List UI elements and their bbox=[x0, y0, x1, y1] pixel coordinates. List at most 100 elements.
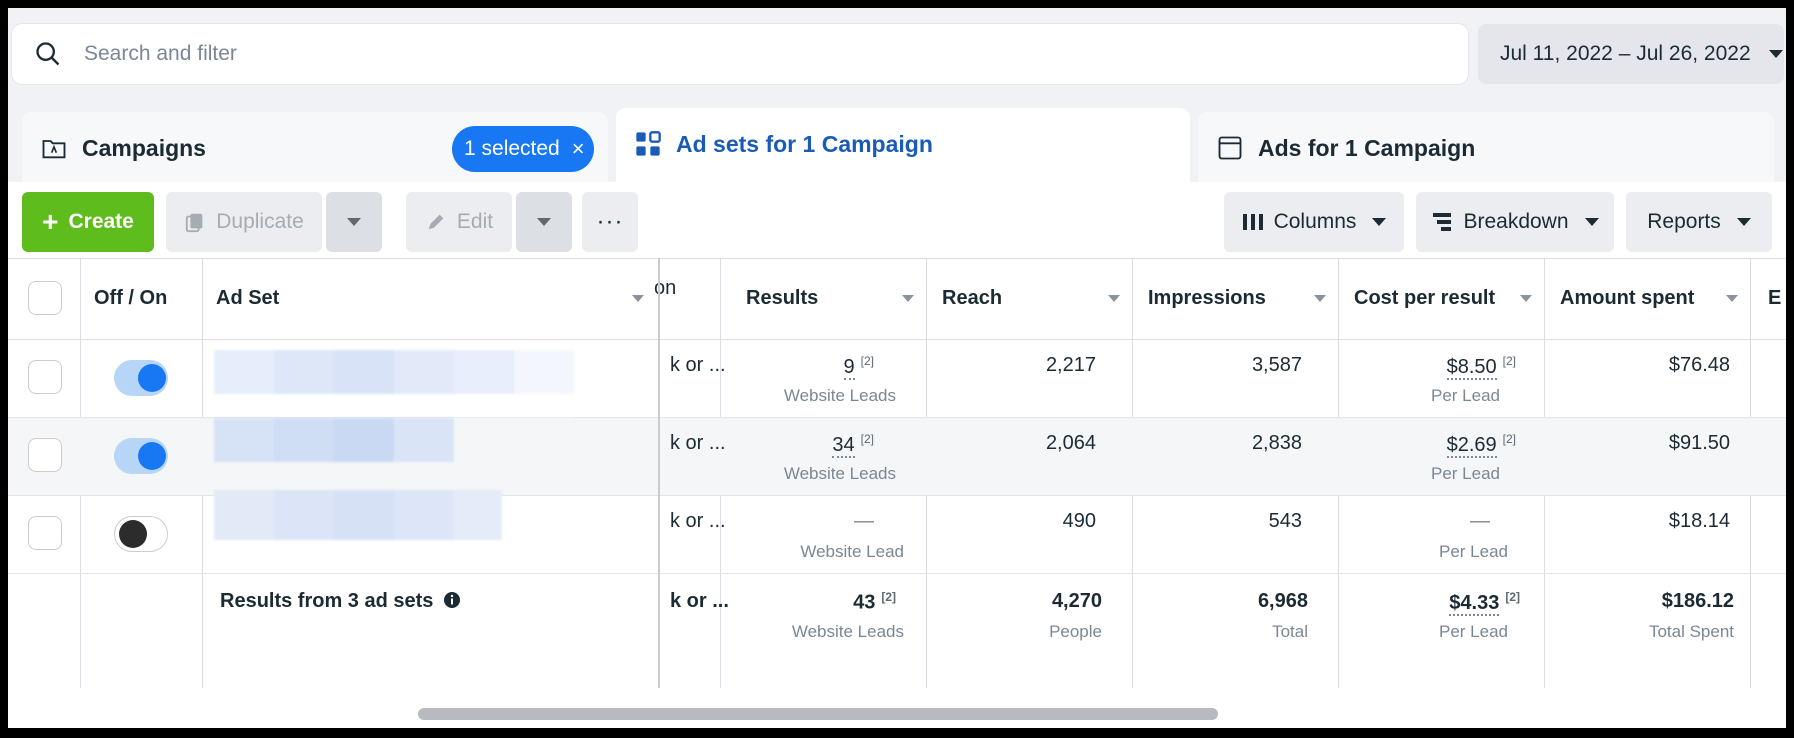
info-icon[interactable] bbox=[443, 591, 461, 609]
sort-icon[interactable] bbox=[1726, 295, 1738, 302]
ad-set-toggle[interactable] bbox=[114, 516, 168, 552]
summary-amount-spent: $186.12 bbox=[1661, 590, 1734, 612]
tab-campaigns[interactable]: Campaigns 1 selected × bbox=[22, 112, 608, 192]
breakdown-icon bbox=[1433, 213, 1452, 231]
header-partial: on bbox=[654, 277, 677, 299]
duplicate-label: Duplicate bbox=[216, 210, 304, 233]
search-placeholder[interactable]: Search and filter bbox=[84, 42, 237, 66]
ad-set-toggle[interactable] bbox=[114, 360, 168, 396]
summary-cost-number[interactable]: $4.33 bbox=[1449, 591, 1500, 616]
sort-icon[interactable] bbox=[1520, 295, 1532, 302]
reports-label: Reports bbox=[1647, 210, 1721, 233]
sort-icon[interactable] bbox=[1314, 295, 1326, 302]
truncated-cell: k or ... bbox=[670, 510, 726, 532]
tab-ad-sets[interactable]: Ad sets for 1 Campaign bbox=[616, 108, 1190, 188]
row-checkbox[interactable] bbox=[28, 516, 62, 550]
create-label: Create bbox=[68, 210, 134, 233]
summary-cost: $4.33 [2] bbox=[1449, 590, 1520, 616]
ad-sets-panel: + Create Duplicate Edit ··· Columns Brea… bbox=[8, 182, 1786, 728]
pencil-icon bbox=[428, 214, 444, 230]
summary-reach-subtitle: People bbox=[1049, 622, 1102, 641]
cost-subtitle: Per Lead bbox=[1431, 464, 1500, 483]
search-bar[interactable]: Search and filter bbox=[12, 24, 1468, 84]
summary-amount-spent-subtitle: Total Spent bbox=[1648, 622, 1734, 641]
table-row[interactable]: k or ... 9 [2] Website Leads 2,217 3,587 … bbox=[8, 340, 1786, 418]
header-impressions[interactable]: Impressions bbox=[1148, 287, 1266, 310]
tab-ad-sets-label: Ad sets for 1 Campaign bbox=[676, 131, 933, 157]
summary-results-subtitle: Website Leads bbox=[791, 622, 904, 641]
chevron-down-icon bbox=[1768, 50, 1783, 58]
results-subtitle: Website Leads bbox=[783, 464, 896, 483]
sort-icon[interactable] bbox=[632, 295, 644, 302]
truncated-cell: k or ... bbox=[670, 432, 726, 454]
reach-value: 2,217 bbox=[1045, 354, 1096, 376]
cost-subtitle: Per Lead bbox=[1431, 386, 1500, 405]
chevron-down-icon bbox=[1372, 218, 1387, 226]
select-all-checkbox[interactable] bbox=[28, 281, 62, 315]
plus-icon: + bbox=[42, 206, 59, 237]
ad-sets-table: Off / On Ad Set on Results Reach Impress… bbox=[8, 258, 1786, 688]
row-checkbox[interactable] bbox=[28, 438, 62, 472]
header-reach[interactable]: Reach bbox=[942, 287, 1002, 310]
reach-value: 2,064 bbox=[1045, 432, 1096, 454]
cost-subtitle: Per Lead bbox=[1439, 542, 1508, 561]
edit-button[interactable]: Edit bbox=[406, 192, 512, 252]
folder-icon bbox=[42, 140, 66, 159]
tab-campaigns-label: Campaigns bbox=[82, 135, 206, 161]
table-row[interactable]: k or ... 34 [2] Website Leads 2,064 2,838… bbox=[8, 418, 1786, 496]
truncated-cell: k or ... bbox=[670, 354, 726, 376]
impressions-value: 3,587 bbox=[1251, 354, 1302, 376]
date-range-picker[interactable]: Jul 11, 2022 – Jul 26, 2022 bbox=[1478, 24, 1784, 84]
footnote-marker: [2] bbox=[1502, 354, 1516, 368]
summary-row: Results from 3 ad sets k or ... 43 [2] We… bbox=[8, 574, 1786, 678]
create-button[interactable]: + Create bbox=[22, 192, 154, 252]
header-cost-per-result[interactable]: Cost per result bbox=[1354, 287, 1495, 310]
sort-icon[interactable] bbox=[1108, 295, 1120, 302]
header-amount-spent[interactable]: Amount spent bbox=[1560, 287, 1694, 310]
impressions-value: 2,838 bbox=[1251, 432, 1302, 454]
horizontal-scrollbar[interactable] bbox=[418, 708, 1218, 720]
amount-spent-value: $91.50 bbox=[1668, 432, 1730, 454]
header-ad-set[interactable]: Ad Set bbox=[216, 287, 279, 310]
footnote-marker: [2] bbox=[1502, 432, 1516, 446]
sort-icon[interactable] bbox=[902, 295, 914, 302]
breakdown-label: Breakdown bbox=[1463, 210, 1569, 233]
chevron-down-icon bbox=[537, 218, 551, 226]
columns-button[interactable]: Columns bbox=[1224, 192, 1404, 252]
cost-number[interactable]: $2.69 bbox=[1446, 433, 1497, 458]
columns-label: Columns bbox=[1273, 210, 1357, 233]
chevron-down-icon bbox=[1584, 218, 1599, 226]
chevron-down-icon bbox=[347, 218, 361, 226]
table-row[interactable]: k or ... — Website Lead 490 543 — Per Le… bbox=[8, 490, 1786, 574]
ads-manager-window: Search and filter Jul 11, 2022 – Jul 26,… bbox=[8, 8, 1786, 728]
chevron-down-icon bbox=[1736, 218, 1751, 226]
close-icon[interactable]: × bbox=[572, 136, 585, 162]
grid-icon bbox=[636, 131, 661, 156]
footnote-marker: [2] bbox=[881, 590, 896, 604]
summary-label-text: Results from 3 ad sets bbox=[220, 590, 434, 612]
header-results[interactable]: Results bbox=[746, 287, 818, 310]
more-options-button[interactable]: ··· bbox=[582, 192, 638, 252]
header-next: E bbox=[1768, 287, 1782, 309]
date-range-label: Jul 11, 2022 – Jul 26, 2022 bbox=[1500, 42, 1751, 65]
cost-number[interactable]: $8.50 bbox=[1446, 355, 1497, 380]
results-number[interactable]: 9 bbox=[843, 355, 855, 380]
tab-ads[interactable]: Ads for 1 Campaign bbox=[1198, 112, 1774, 192]
reports-button[interactable]: Reports bbox=[1626, 192, 1772, 252]
edit-dropdown[interactable] bbox=[516, 192, 572, 252]
truncated-cell: k or ... bbox=[670, 590, 729, 612]
summary-results-number: 43 bbox=[853, 591, 876, 614]
duplicate-button[interactable]: Duplicate bbox=[166, 192, 322, 252]
results-number[interactable]: 34 bbox=[832, 433, 855, 458]
results-subtitle: Website Lead bbox=[800, 542, 904, 561]
duplicate-dropdown[interactable] bbox=[326, 192, 382, 252]
ad-set-toggle[interactable] bbox=[114, 438, 168, 474]
amount-spent-value: $76.48 bbox=[1668, 354, 1730, 376]
selected-badge[interactable]: 1 selected × bbox=[452, 126, 594, 172]
breakdown-button[interactable]: Breakdown bbox=[1416, 192, 1614, 252]
results-subtitle: Website Leads bbox=[783, 386, 896, 405]
footnote-marker: [2] bbox=[1505, 590, 1520, 604]
redacted-ad-set-name bbox=[214, 490, 574, 540]
results-value: — bbox=[854, 510, 874, 532]
row-checkbox[interactable] bbox=[28, 360, 62, 394]
